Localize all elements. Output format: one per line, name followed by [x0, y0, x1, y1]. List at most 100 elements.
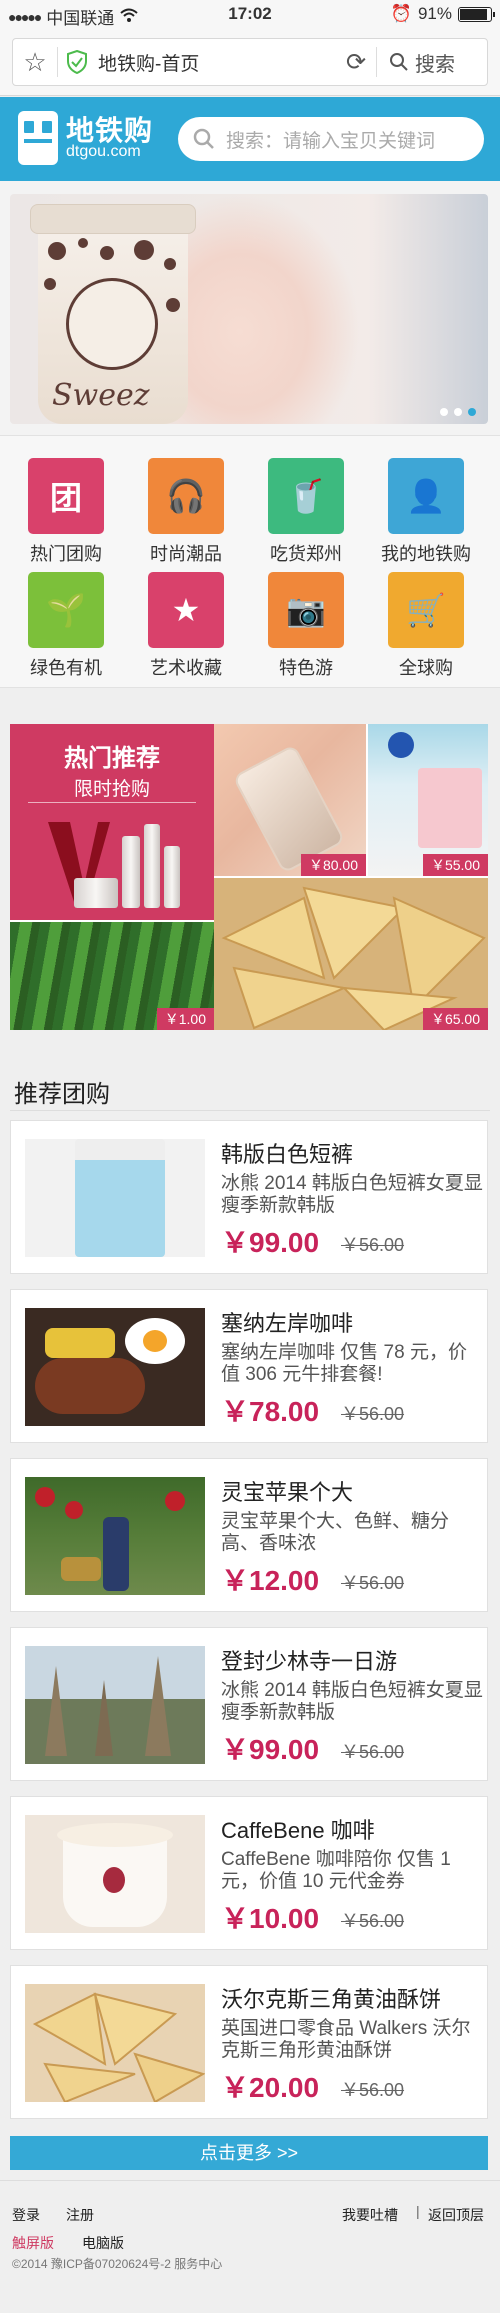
- shorts-tile[interactable]: ￥55.00: [368, 724, 488, 876]
- secure-shield-icon: [67, 50, 87, 74]
- product-image[interactable]: [25, 1477, 205, 1595]
- address-bar[interactable]: ☆ 地铁购-首页 ⟳ 搜索: [12, 38, 488, 86]
- pc-version-link[interactable]: 电脑版: [82, 2233, 124, 2253]
- train-logo-icon[interactable]: [18, 111, 58, 165]
- product-card[interactable]: CaffeBene 咖啡 CaffeBene 咖啡陪你 仅售 1 元，价值 10 …: [10, 1796, 488, 1950]
- bottle: [144, 824, 160, 908]
- browser-search-label: 搜索: [415, 53, 455, 76]
- product-price: ￥99.00: [221, 1227, 320, 1258]
- bookmark-star-icon[interactable]: ☆: [13, 47, 57, 78]
- phone-case-tile[interactable]: ￥80.00: [214, 724, 366, 876]
- category-item[interactable]: 团热门团购: [6, 458, 126, 566]
- category-item[interactable]: 📷 特色游: [246, 572, 366, 680]
- sprout-icon[interactable]: 🌱: [28, 572, 104, 648]
- cup-mascot: [66, 278, 158, 370]
- egg-photo: [125, 1318, 185, 1364]
- cup-brand-text: Sweez: [52, 378, 150, 413]
- biscuit-photo: [32, 1992, 205, 2102]
- logo-subtitle: dtgou.com: [66, 143, 141, 160]
- back-to-top-link[interactable]: 返回顶层: [428, 2205, 484, 2225]
- biscuit-tile[interactable]: ￥65.00: [214, 878, 488, 1030]
- category-item[interactable]: 🛒 全球购: [366, 572, 486, 680]
- carousel-dot[interactable]: [454, 408, 462, 416]
- product-image[interactable]: [25, 1308, 205, 1426]
- product-image[interactable]: [25, 1815, 205, 1933]
- product-card[interactable]: 塞纳左岸咖啡 塞纳左岸咖啡 仅售 78 元，价值 306 元牛排套餐! ￥78.00…: [10, 1289, 488, 1443]
- browser-bar: ☆ 地铁购-首页 ⟳ 搜索: [0, 28, 500, 96]
- touch-version-link[interactable]: 触屏版: [12, 2233, 54, 2253]
- category-item[interactable]: 🌱 绿色有机: [6, 572, 126, 680]
- feedback-link[interactable]: 我要吐槽: [342, 2205, 398, 2225]
- cream-jar: [74, 878, 118, 908]
- product-title[interactable]: 沃尔克斯三角黄油酥饼: [221, 1982, 441, 2014]
- product-card[interactable]: 韩版白色短裤 冰熊 2014 韩版白色短裤女夏显瘦季新款韩版 ￥99.00 ￥56.0…: [10, 1120, 488, 1274]
- product-title[interactable]: 灵宝苹果个大: [221, 1475, 353, 1507]
- category-item[interactable]: ★ 艺术收藏: [126, 572, 246, 680]
- reload-icon[interactable]: ⟳: [336, 48, 376, 77]
- logo-window: [42, 121, 52, 133]
- load-more-button[interactable]: 点击更多 >>: [10, 2136, 488, 2170]
- carousel-dot-active[interactable]: [468, 408, 476, 416]
- user-icon[interactable]: 👤: [388, 458, 464, 534]
- section-divider: [10, 1110, 490, 1111]
- banner-section: Sweez: [0, 181, 500, 435]
- category-label: 绿色有机: [30, 658, 102, 678]
- stroller-icon[interactable]: 🛒: [388, 572, 464, 648]
- product-card[interactable]: 沃尔克斯三角黄油酥饼 英国进口零食品 Walkers 沃尔克斯三角形黄油酥饼 ￥20…: [10, 1965, 488, 2119]
- product-card[interactable]: 灵宝苹果个大 灵宝苹果个大、色鲜、糖分高、香味浓 ￥12.00 ￥56.00: [10, 1458, 488, 1612]
- product-description: 灵宝苹果个大、色鲜、糖分高、香味浓: [221, 1511, 450, 1554]
- banner-carousel[interactable]: Sweez: [10, 194, 488, 424]
- pink-shorts-image: [418, 768, 482, 848]
- login-link[interactable]: 登录: [12, 2205, 40, 2225]
- cup-dot: [78, 238, 88, 248]
- product-image[interactable]: [25, 1139, 205, 1257]
- headphones-icon[interactable]: 🎧: [148, 458, 224, 534]
- copyright-text: ©2014 豫ICP备07020624号-2 服务中心: [12, 2257, 223, 2271]
- product-price: ￥12.00: [221, 1565, 320, 1596]
- product-description: 冰熊 2014 韩版白色短裤女夏显瘦季新款韩版: [221, 1680, 483, 1723]
- carousel-indicators[interactable]: [440, 408, 476, 416]
- group-buy-icon[interactable]: 团: [28, 458, 104, 534]
- category-item[interactable]: 🎧 时尚潮品: [126, 458, 246, 566]
- category-item[interactable]: 🥤 吃货郑州: [246, 458, 366, 566]
- site-header: 地铁购 dtgou.com 搜索：请输入宝贝关键词: [0, 97, 500, 181]
- product-description: CaffeBene 咖啡陪你 仅售 1 元，价值 10 元代金券: [221, 1849, 451, 1892]
- register-link[interactable]: 注册: [66, 2205, 94, 2225]
- noodles-photo: [45, 1328, 115, 1358]
- hot-recommend-tile[interactable]: 热门推荐 限时抢购: [10, 724, 214, 920]
- watermelon-tile[interactable]: ￥1.00: [10, 922, 214, 1030]
- star-icon[interactable]: ★: [148, 572, 224, 648]
- site-search-input[interactable]: 搜索：请输入宝贝关键词: [178, 117, 484, 161]
- drink-icon[interactable]: 🥤: [268, 458, 344, 534]
- coffee-cup-image: Sweez: [30, 204, 196, 424]
- product-title[interactable]: 塞纳左岸咖啡: [221, 1306, 353, 1338]
- signal-icon: ●●●●●: [8, 8, 42, 25]
- cup-dot: [134, 240, 154, 260]
- product-card[interactable]: 登封少林寺一日游 冰熊 2014 韩版白色短裤女夏显瘦季新款韩版 ￥99.00 ￥56…: [10, 1627, 488, 1781]
- divider: [57, 47, 58, 77]
- battery-fill: [460, 8, 488, 20]
- product-description: 冰熊 2014 韩版白色短裤女夏显瘦季新款韩版: [221, 1173, 483, 1216]
- cosmetics-image: [40, 816, 190, 912]
- page-title-url[interactable]: 地铁购-首页: [98, 49, 336, 76]
- product-title[interactable]: CaffeBene 咖啡: [221, 1813, 375, 1845]
- tile-price: ￥55.00: [422, 854, 488, 876]
- section-title: 推荐团购: [14, 1081, 110, 1108]
- footer: 登录 注册 我要吐槽 | 返回顶层 触屏版 电脑版 ©2014 豫ICP备070…: [0, 2180, 500, 2313]
- browser-search-button[interactable]: 搜索: [377, 48, 487, 77]
- product-image[interactable]: [25, 1646, 205, 1764]
- cup-dot: [48, 242, 66, 260]
- logo-window: [24, 121, 34, 133]
- steak-photo: [35, 1358, 145, 1414]
- category-label: 全球购: [399, 658, 453, 678]
- camera-icon[interactable]: 📷: [268, 572, 344, 648]
- product-image[interactable]: [25, 1984, 205, 2102]
- category-item[interactable]: 👤 我的地铁购: [366, 458, 486, 566]
- product-title[interactable]: 登封少林寺一日游: [221, 1644, 397, 1676]
- product-original-price: ￥56.00: [341, 1404, 405, 1424]
- product-description: 塞纳左岸咖啡 仅售 78 元，价值 306 元牛排套餐!: [221, 1342, 467, 1385]
- category-label: 特色游: [279, 658, 333, 678]
- product-title[interactable]: 韩版白色短裤: [221, 1137, 353, 1169]
- carousel-dot[interactable]: [440, 408, 448, 416]
- footer-separator: |: [416, 2203, 420, 2219]
